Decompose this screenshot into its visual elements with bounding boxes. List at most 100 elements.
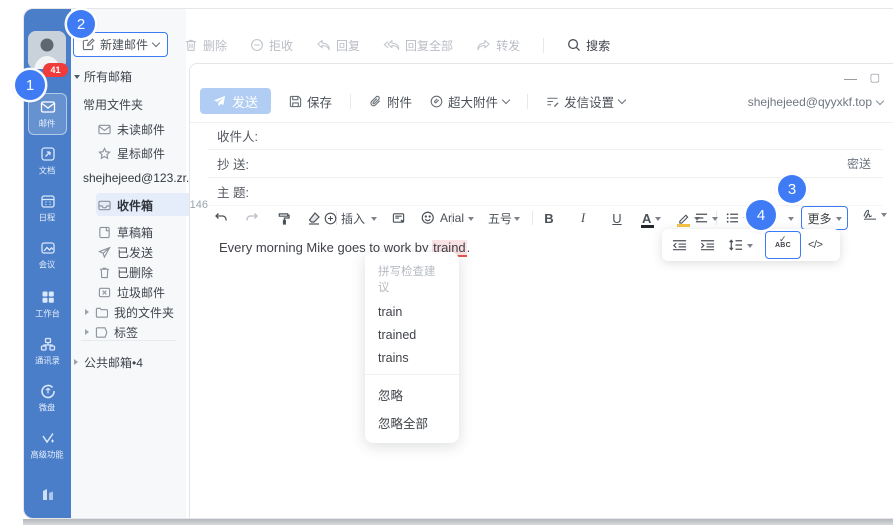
sidebar-item-calendar[interactable]: 日程 — [24, 187, 71, 229]
compose-actions: 发送 保存 附件 超大附件 发 — [200, 89, 625, 113]
folder-tags[interactable]: 标签 — [85, 322, 195, 342]
mail-icon — [40, 99, 56, 115]
save-button[interactable]: 保存 — [289, 92, 332, 111]
line-spacing-button[interactable] — [728, 229, 753, 261]
sidebar-item-meeting[interactable]: 会议 — [24, 234, 71, 276]
underline-button[interactable]: U — [608, 207, 626, 229]
reject-icon — [250, 38, 264, 52]
subject-label: 主 题: — [217, 182, 249, 201]
cc-field[interactable]: 抄 送: 密送 — [208, 150, 883, 178]
folder-count: 146 — [190, 199, 208, 211]
advanced-icon — [40, 430, 56, 446]
folder-all-mail[interactable]: 所有邮箱 — [74, 66, 179, 86]
tag-icon — [95, 326, 108, 339]
signature-button[interactable] — [862, 208, 887, 221]
folder-panel: 所有邮箱 常用文件夹 未读邮件 424 星标邮件 shejhejeed@123.… — [71, 9, 186, 518]
save-icon — [289, 95, 302, 108]
draft-icon — [98, 226, 111, 239]
divider — [350, 94, 351, 109]
large-attachment-button[interactable]: 超大附件 — [430, 92, 509, 111]
spell-suggestion[interactable]: trained — [365, 323, 459, 346]
highlight-color-bar — [677, 224, 690, 227]
spell-check-button[interactable]: ✓ABC — [765, 231, 801, 259]
divider — [527, 94, 528, 109]
ignore-item[interactable]: 忽略 — [365, 380, 459, 408]
spell-suggestion[interactable]: trains — [365, 346, 459, 369]
indent-button[interactable] — [700, 229, 715, 261]
sent-icon — [98, 246, 111, 259]
compose-icon — [82, 38, 95, 51]
send-button[interactable]: 发送 — [200, 88, 271, 114]
sidebar-item-drive[interactable]: 微盘 — [24, 377, 71, 419]
clear-format-button[interactable] — [305, 207, 323, 229]
dropdown-triangle — [836, 217, 842, 224]
inbox-icon — [98, 199, 111, 212]
divider — [532, 211, 533, 225]
chevron-down-icon — [618, 95, 626, 103]
attachment-button[interactable]: 附件 — [369, 92, 412, 111]
reply-all-icon — [383, 39, 400, 52]
unread-mail-icon — [98, 123, 111, 136]
sidebar-item-docs[interactable]: 文档 — [24, 140, 71, 182]
font-size-select[interactable]: 五号 — [488, 207, 520, 229]
delete-button[interactable]: 删除 — [184, 37, 227, 54]
folder-public-mailbox[interactable]: 公共邮箱•4 — [74, 352, 194, 372]
reject-button[interactable]: 拒收 — [250, 37, 293, 54]
emoji-button[interactable] — [419, 207, 437, 229]
forward-button[interactable]: 转发 — [476, 37, 520, 54]
ignore-all-item[interactable]: 忽略全部 — [365, 408, 459, 436]
sidebar-item-advanced[interactable]: 高级功能 — [24, 424, 71, 466]
send-settings-icon — [546, 95, 559, 108]
reply-icon — [316, 39, 331, 52]
meeting-icon — [40, 240, 56, 256]
dropdown-triangle — [468, 217, 474, 224]
html-code-button[interactable]: </> — [808, 229, 822, 261]
bcc-toggle[interactable]: 密送 — [847, 155, 871, 172]
format-painter-button[interactable] — [274, 207, 292, 229]
compose-window: — ▢ 发送 保存 附件 超大附件 — [189, 63, 893, 519]
organization-icon[interactable] — [24, 484, 71, 502]
cc-label: 抄 送: — [217, 154, 249, 173]
forward-icon — [476, 39, 491, 52]
align-button[interactable] — [695, 207, 718, 229]
star-icon — [98, 147, 111, 160]
minimize-icon[interactable]: — — [844, 72, 857, 85]
plus-circle-icon — [324, 212, 337, 225]
reply-all-button[interactable]: 回复全部 — [383, 37, 453, 54]
to-field[interactable]: 收件人: — [208, 122, 883, 150]
maximize-icon[interactable]: ▢ — [870, 72, 880, 85]
to-label: 收件人: — [217, 126, 258, 145]
dropdown-triangle — [712, 217, 718, 224]
docs-icon — [40, 146, 56, 162]
italic-button[interactable]: I — [574, 207, 592, 229]
spell-check-menu: 拼写检查建议 train trained trains 忽略 忽略全部 — [365, 252, 459, 443]
callout-1: 1 — [15, 70, 45, 100]
font-color-bar — [641, 225, 654, 228]
dropdown-triangle — [881, 213, 887, 220]
font-family-select[interactable]: Arial — [440, 207, 474, 229]
sender-account[interactable]: shejhejeed@qyyxkf.top — [748, 95, 883, 109]
search-button[interactable]: 搜索 — [567, 37, 610, 54]
sidebar-item-workbench[interactable]: 工作台 — [24, 283, 71, 325]
reply-button[interactable]: 回复 — [316, 37, 360, 54]
sidebar-item-contacts[interactable]: 通讯录 — [24, 330, 71, 372]
hidden-dropdown-button[interactable] — [781, 207, 799, 229]
chevron-down-icon — [876, 96, 884, 104]
redo-button[interactable] — [243, 207, 261, 229]
bold-button[interactable]: B — [540, 207, 558, 229]
callout-4: 4 — [746, 200, 776, 230]
send-plane-icon — [213, 95, 226, 108]
insert-button[interactable]: 插入 — [324, 207, 377, 229]
send-settings-button[interactable]: 发信设置 — [546, 92, 625, 111]
undo-button[interactable] — [212, 207, 230, 229]
more-button[interactable]: 更多 — [801, 206, 848, 230]
toolbar-divider — [543, 38, 544, 53]
outdent-button[interactable] — [672, 229, 687, 261]
font-color-button[interactable]: A — [642, 207, 661, 229]
check-icon: ✓ — [779, 234, 787, 245]
spell-suggestion[interactable]: train — [365, 300, 459, 323]
folder-account[interactable]: shejhejeed@123.zr... — [83, 168, 183, 188]
template-button[interactable] — [389, 207, 407, 229]
folder-section-common: 常用文件夹 — [83, 94, 183, 114]
chevron-down-icon — [152, 39, 160, 47]
